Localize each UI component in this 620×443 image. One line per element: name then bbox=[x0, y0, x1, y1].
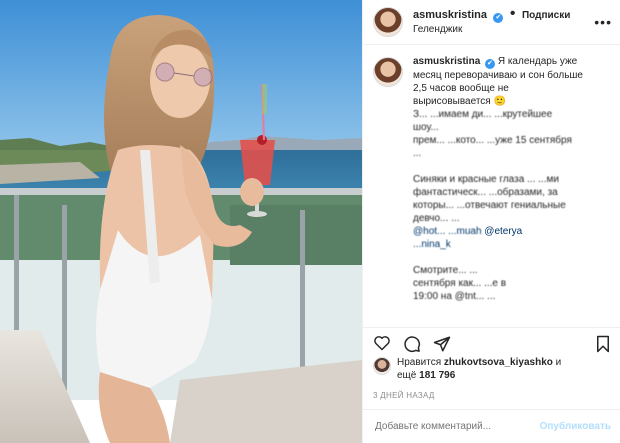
caption-line: 19:00 на @tnt... ... bbox=[413, 291, 496, 302]
likes-summary: Нравится zhukovtsova_kiyashko и ещё 181 … bbox=[373, 356, 561, 382]
caption-block: asmuskristina ✔ Я календарь уже месяц пе… bbox=[363, 45, 620, 323]
caption-line: фантастическ... ...образами, за bbox=[413, 187, 558, 198]
author-username[interactable]: asmuskristina bbox=[413, 9, 487, 21]
caption-line: вырисовывается 🙂 bbox=[413, 96, 506, 107]
likes-rest-prefix: ещё bbox=[397, 370, 417, 381]
mention-link[interactable]: @eterya bbox=[484, 226, 522, 237]
likes-count[interactable]: 181 796 bbox=[419, 370, 455, 381]
likes-conj: и bbox=[555, 357, 562, 368]
caption-line: сентября как... ...е в bbox=[413, 278, 507, 289]
caption-text: asmuskristina ✔ Я календарь уже месяц пе… bbox=[413, 55, 583, 323]
liker-avatar[interactable] bbox=[373, 357, 391, 375]
separator: • bbox=[509, 5, 516, 22]
photo-image bbox=[0, 0, 362, 443]
post-header: asmuskristina ✔ • Подписки Геленджик ••• bbox=[363, 0, 620, 45]
comment-input[interactable] bbox=[373, 420, 540, 433]
caption-verified-icon: ✔ bbox=[485, 59, 496, 69]
post-side-panel: asmuskristina ✔ • Подписки Геленджик •••… bbox=[362, 0, 620, 443]
caption-line: которы... ...отвечают гениальные bbox=[413, 200, 566, 211]
follow-status-button[interactable]: Подписки bbox=[522, 10, 570, 21]
share-icon[interactable] bbox=[433, 335, 451, 353]
caption-line: девчо... ... bbox=[413, 213, 460, 224]
heart-icon[interactable] bbox=[373, 335, 391, 351]
comment-icon[interactable] bbox=[403, 335, 421, 353]
mention-link[interactable]: ...nina_k bbox=[413, 239, 451, 250]
caption-line: 2,5 часов вообще не bbox=[413, 83, 509, 94]
caption-line: Синяки и красные глаза ... ...ми bbox=[413, 174, 559, 185]
caption-username[interactable]: asmuskristina bbox=[413, 56, 480, 67]
instagram-post: asmuskristina ✔ • Подписки Геленджик •••… bbox=[0, 0, 620, 443]
action-bar bbox=[363, 327, 620, 353]
caption-avatar[interactable] bbox=[373, 57, 403, 87]
mention-link[interactable]: @hot... ...muah bbox=[413, 226, 482, 237]
post-photo[interactable] bbox=[0, 0, 362, 443]
author-info: asmuskristina ✔ • Подписки Геленджик bbox=[413, 5, 594, 37]
comment-bar: Опубликовать bbox=[363, 409, 620, 443]
caption-line: прем... ...кото... ...уже 15 сентября bbox=[413, 135, 572, 146]
liker-username[interactable]: zhukovtsova_kiyashko bbox=[444, 357, 553, 368]
verified-badge-icon: ✔ bbox=[493, 13, 504, 23]
location-link[interactable]: Геленджик bbox=[413, 23, 594, 37]
caption-line: Смотрите... ... bbox=[413, 265, 478, 276]
caption-line: Я календарь уже bbox=[497, 56, 578, 67]
caption-line: З... ...имаем ди... ...крутейшее bbox=[413, 109, 553, 120]
publish-button[interactable]: Опубликовать bbox=[540, 421, 611, 432]
caption-line: месяц переворачиваю и сон больше bbox=[413, 70, 583, 81]
bookmark-icon[interactable] bbox=[595, 335, 611, 353]
author-avatar[interactable] bbox=[373, 7, 403, 37]
post-timestamp[interactable]: 3 ДНЕЙ НАЗАД bbox=[373, 391, 435, 400]
caption-line: ... bbox=[413, 148, 422, 159]
more-options-icon[interactable]: ••• bbox=[594, 14, 612, 30]
likes-prefix: Нравится bbox=[397, 357, 442, 368]
caption-line: шоу... bbox=[413, 122, 439, 133]
